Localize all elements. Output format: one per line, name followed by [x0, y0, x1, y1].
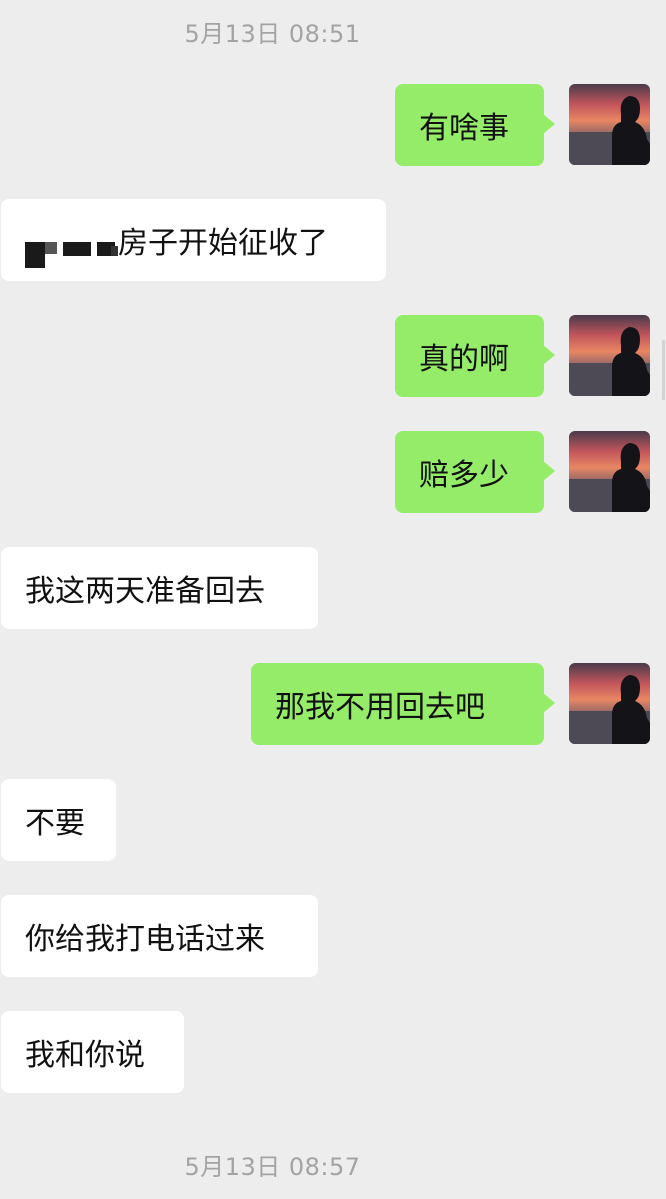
- redacted-mosaic: [15, 212, 118, 268]
- message-timestamp: 5月13日 08:57: [184, 1153, 361, 1181]
- scrollbar[interactable]: [662, 340, 665, 400]
- user-avatar[interactable]: [569, 315, 650, 396]
- message-text: 那我不用回去吧: [275, 690, 485, 725]
- message-bubble-outgoing[interactable]: 赔多少: [395, 431, 555, 513]
- user-avatar[interactable]: [569, 663, 650, 744]
- chat-message-list[interactable]: 5月13日 08:51 有啥事 房子开始征收了 真的啊 赔多少 我这两天准备回去…: [0, 0, 666, 1199]
- message-bubble-outgoing[interactable]: 真的啊: [395, 315, 555, 397]
- message-bubble-incoming[interactable]: 我这两天准备回去: [1, 547, 318, 629]
- sunset-silhouette-avatar-icon: [569, 84, 650, 165]
- message-text: 你给我打电话过来: [25, 922, 265, 957]
- message-text: 我和你说: [25, 1038, 145, 1073]
- sunset-silhouette-avatar-icon: [569, 315, 650, 396]
- message-bubble-outgoing[interactable]: 有啥事: [395, 84, 555, 166]
- message-timestamp: 5月13日 08:51: [184, 20, 361, 48]
- message-text: 真的啊: [419, 342, 509, 377]
- sunset-silhouette-avatar-icon: [569, 431, 650, 512]
- message-text: 赔多少: [419, 458, 509, 493]
- message-bubble-outgoing[interactable]: 那我不用回去吧: [251, 663, 555, 745]
- message-bubble-incoming[interactable]: 我和你说: [1, 1011, 184, 1093]
- sunset-silhouette-avatar-icon: [569, 663, 650, 744]
- message-text: 房子开始征收了: [118, 226, 328, 261]
- message-bubble-incoming[interactable]: 不要: [1, 779, 116, 861]
- message-bubble-incoming[interactable]: 房子开始征收了: [1, 199, 386, 281]
- message-text: 不要: [25, 806, 85, 841]
- user-avatar[interactable]: [569, 84, 650, 165]
- user-avatar[interactable]: [569, 431, 650, 512]
- message-text: 有啥事: [419, 111, 509, 146]
- message-bubble-incoming[interactable]: 你给我打电话过来: [1, 895, 318, 977]
- message-text: 我这两天准备回去: [25, 574, 265, 609]
